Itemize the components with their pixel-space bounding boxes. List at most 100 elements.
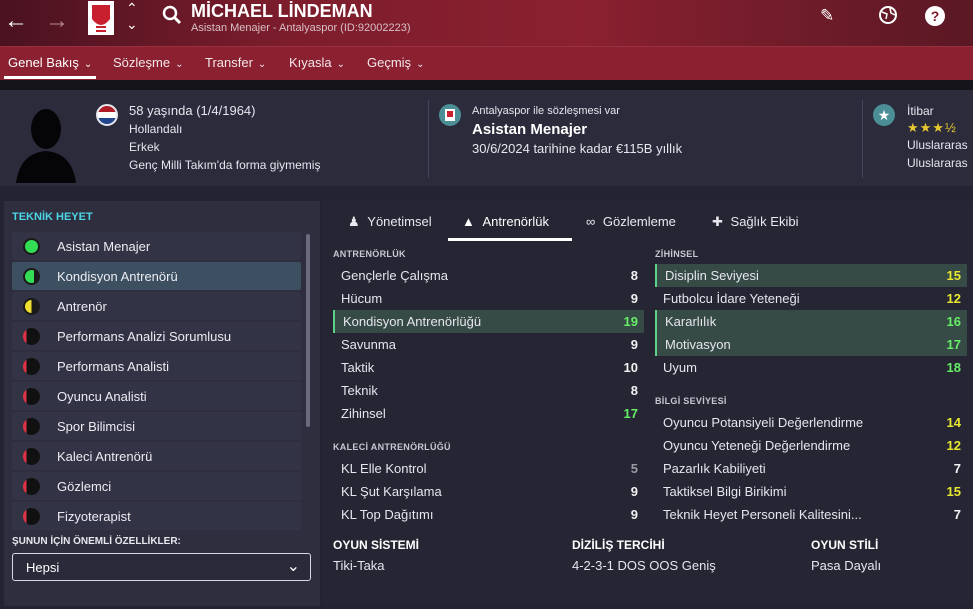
attribute-value: 7 — [953, 507, 961, 522]
active-subtab-indicator — [448, 238, 572, 241]
attribute-row[interactable]: Gençlerle Çalışma 8 — [333, 264, 644, 287]
staff-label: Spor Bilimcisi — [57, 419, 136, 434]
staff-row[interactable]: Kaleci Antrenörü — [12, 442, 301, 470]
gender-text: Erkek — [129, 140, 160, 154]
tab-scouting[interactable]: ∞ Gözlemleme — [586, 214, 676, 229]
person-name: MİCHAEL LİNDEMAN — [191, 1, 373, 21]
contract-detail: 30/6/2024 tarihine kadar €115B yıllık — [472, 141, 683, 156]
globe-icon[interactable] — [878, 5, 898, 25]
active-tab-indicator — [4, 76, 96, 79]
section-knowledge: BİLGİ SEVİYESİ — [655, 396, 727, 406]
reputation-stars: ★★★½ — [907, 120, 957, 135]
attribute-row[interactable]: Pazarlık Kabiliyeti 7 — [655, 457, 967, 480]
attribute-value: 8 — [630, 383, 638, 398]
staff-label: Kondisyon Antrenörü — [57, 269, 178, 284]
tab-label: Kıyasla — [289, 55, 332, 70]
tab-coaching[interactable]: ▲ Antrenörlük — [462, 214, 549, 229]
staff-row[interactable]: Performans Analizi Sorumlusu — [12, 322, 301, 350]
chevron-up-icon[interactable]: ⌃ — [126, 1, 138, 15]
reputation-line-2: Uluslararas — [907, 156, 968, 170]
chevron-down-icon: ⌄ — [286, 558, 300, 575]
tab-transfer[interactable]: Transfer ⌄ — [205, 55, 266, 70]
attribute-name: Zihinsel — [341, 406, 386, 421]
staff-row[interactable]: Oyuncu Analisti — [12, 382, 301, 410]
chevron-down-icon[interactable]: ⌄ — [126, 17, 138, 31]
attribute-row[interactable]: Kondisyon Antrenörlüğü 19 — [333, 310, 644, 333]
attribute-row[interactable]: Disiplin Seviyesi 15 — [655, 264, 967, 287]
section-coaching: ANTRENÖRLÜK — [333, 249, 406, 259]
status-dot-icon — [23, 508, 40, 525]
attribute-name: Taktiksel Bilgi Birikimi — [663, 484, 787, 499]
staff-row[interactable]: Gözlemci — [12, 472, 301, 500]
attribute-name: Kondisyon Antrenörlüğü — [343, 314, 482, 329]
search-icon[interactable] — [162, 5, 182, 25]
staff-row[interactable]: Spor Bilimcisi — [12, 412, 301, 440]
attribute-row[interactable]: Teknik 8 — [333, 379, 644, 402]
attribute-value: 19 — [623, 314, 638, 329]
divider-bar — [0, 80, 973, 90]
attribute-row[interactable]: Taktik 10 — [333, 356, 644, 379]
attribute-row[interactable]: Motivasyon 17 — [655, 333, 967, 356]
attribute-name: Kararlılık — [665, 314, 717, 329]
attribute-row[interactable]: Taktiksel Bilgi Birikimi 15 — [655, 480, 967, 503]
star-badge-icon: ★ — [873, 104, 895, 126]
play-style-value: Pasa Dayalı — [811, 558, 882, 573]
tab-overview[interactable]: Genel Bakış ⌄ — [8, 55, 92, 70]
attribute-name: Pazarlık Kabiliyeti — [663, 461, 766, 476]
tab-medical[interactable]: ✚ Sağlık Ekibi — [712, 214, 798, 230]
status-dot-icon — [23, 328, 40, 345]
tab-label: Genel Bakış — [8, 55, 79, 70]
tab-label: Antrenörlük — [482, 214, 549, 229]
attribute-row[interactable]: KL Şut Karşılama 9 — [333, 480, 644, 503]
status-dot-icon — [23, 448, 40, 465]
attribute-row[interactable]: Teknik Heyet Personeli Kalitesini... 7 — [655, 503, 967, 526]
attribute-row[interactable]: KL Top Dağıtımı 9 — [333, 503, 644, 526]
attribute-row[interactable]: Zihinsel 17 — [333, 402, 644, 425]
status-dot-icon — [23, 268, 40, 285]
main-tabs-bar: Genel Bakış ⌄ Sözleşme ⌄ Transfer ⌄ Kıyasla… — [0, 46, 973, 80]
attribute-row[interactable]: Savunma 9 — [333, 333, 644, 356]
attribute-name: Teknik Heyet Personeli Kalitesini... — [663, 507, 862, 522]
attribute-row[interactable]: Uyum 18 — [655, 356, 967, 379]
attribute-row[interactable]: Oyuncu Yeteneği Değerlendirme 12 — [655, 434, 967, 457]
attribute-value: 9 — [630, 484, 638, 499]
top-header: ← → ⌃ ⌄ MİCHAEL LİNDEMAN Asistan Menajer… — [0, 0, 973, 46]
attribute-row[interactable]: Hücum 9 — [333, 287, 644, 310]
tab-management[interactable]: ♟ Yönetimsel — [348, 214, 432, 230]
medical-kit-icon: ✚ — [712, 214, 723, 229]
staff-label: Fizyoterapist — [57, 509, 131, 524]
attribute-value: 16 — [946, 314, 961, 329]
nationality-flag-icon — [96, 104, 118, 126]
filter-value: Hepsi — [26, 560, 60, 575]
tab-compare[interactable]: Kıyasla ⌄ — [289, 55, 345, 70]
attribute-row[interactable]: Futbolcu İdare Yeteneği 12 — [655, 287, 967, 310]
filter-dropdown[interactable]: Hepsi ⌄ — [12, 553, 311, 581]
edit-pencil-icon[interactable]: ✎ — [820, 7, 834, 24]
tab-history[interactable]: Geçmiş ⌄ — [367, 55, 424, 70]
status-dot-icon — [23, 298, 40, 315]
attribute-row[interactable]: Kararlılık 16 — [655, 310, 967, 333]
staff-row[interactable]: Kondisyon Antrenörü — [12, 262, 301, 290]
tab-contract[interactable]: Sözleşme ⌄ — [113, 55, 183, 70]
staff-label: Oyuncu Analisti — [57, 389, 147, 404]
back-arrow-icon[interactable]: ← — [4, 9, 28, 33]
forward-arrow-icon[interactable]: → — [45, 9, 69, 33]
attribute-name: Hücum — [341, 291, 383, 306]
formation-value: 4-2-3-1 DOS OOS Geniş — [572, 558, 716, 573]
staff-row[interactable]: Fizyoterapist — [12, 502, 301, 530]
help-icon[interactable]: ? — [925, 6, 945, 26]
attribute-name: Futbolcu İdare Yeteneği — [663, 291, 800, 306]
staff-row[interactable]: Asistan Menajer — [12, 232, 301, 260]
staff-row[interactable]: Antrenör — [12, 292, 301, 320]
attribute-value: 17 — [623, 406, 638, 421]
reputation-line-1: Uluslararas — [907, 138, 968, 152]
attribute-value: 12 — [946, 291, 961, 306]
staff-row[interactable]: Performans Analisti — [12, 352, 301, 380]
attribute-row[interactable]: Oyuncu Potansiyeli Değerlendirme 14 — [655, 411, 967, 434]
attribute-name: Motivasyon — [665, 337, 731, 352]
attribute-name: KL Top Dağıtımı — [341, 507, 434, 522]
attribute-row[interactable]: KL Elle Kontrol 5 — [333, 457, 644, 480]
person-subtitle: Asistan Menajer - Antalyaspor (ID:920022… — [191, 22, 411, 34]
staff-label: Kaleci Antrenörü — [57, 449, 153, 464]
list-scrollbar[interactable] — [306, 234, 310, 427]
